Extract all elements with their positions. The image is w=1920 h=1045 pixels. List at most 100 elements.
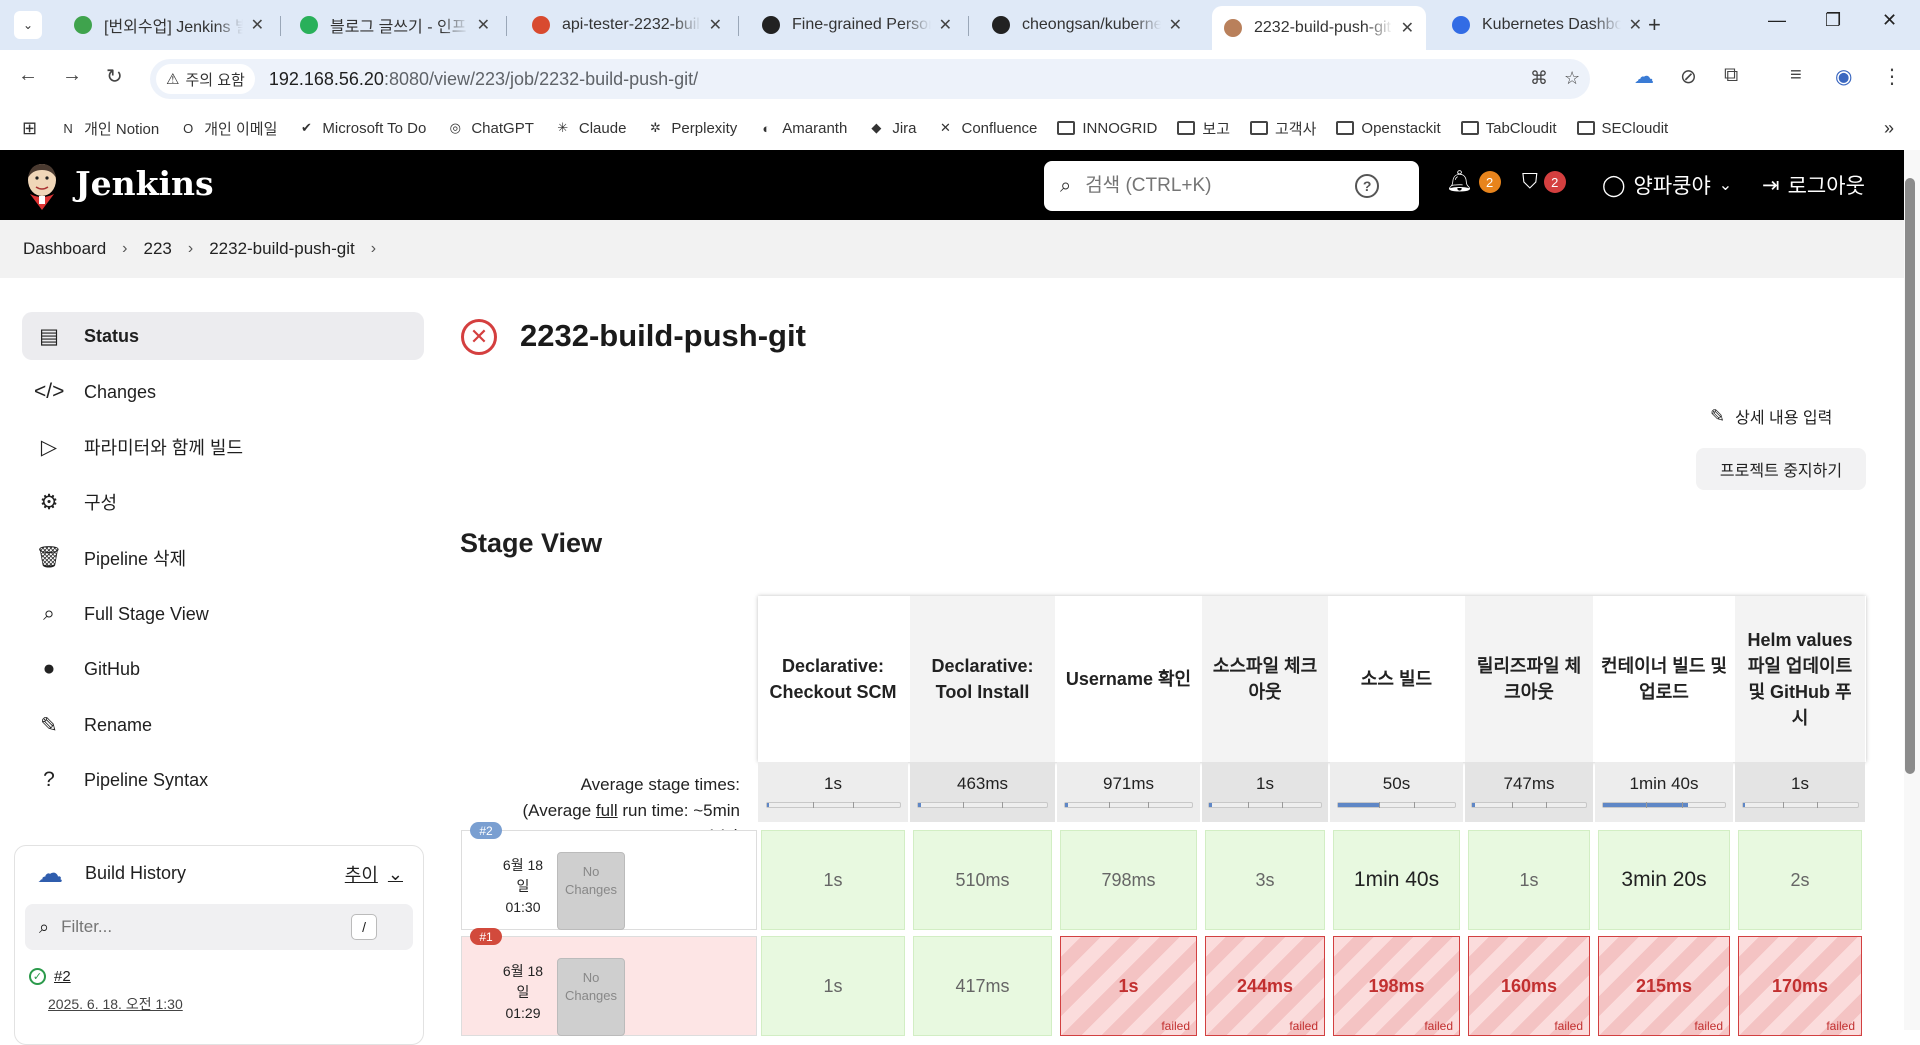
tab-close-icon[interactable]: ✕ [939,15,952,35]
puzzle-icon[interactable]: ⧉ [1724,64,1738,87]
stage-cell[interactable]: 417ms [913,936,1052,1036]
stage-cell[interactable]: 1s [761,936,905,1036]
translate-icon[interactable]: ⌘ [1530,68,1548,89]
build-filter-input[interactable] [61,917,352,937]
bookmark-item[interactable]: ◆ Jira [867,119,916,137]
stage-cell[interactable]: 3s [1205,830,1325,930]
url-text[interactable]: 192.168.56.20:8080/view/223/job/2232-bui… [269,69,698,90]
logout-button[interactable]: ⇥ 로그아웃 [1762,170,1865,200]
back-icon[interactable]: ← [18,64,38,87]
sidebar-item-github[interactable]: ● GitHub [22,645,424,693]
sidebar-item-trash[interactable]: 🗑 Pipeline 삭제 [22,534,424,582]
stage-cell[interactable]: 160ms failed [1468,936,1590,1036]
search-input[interactable] [1085,175,1356,197]
tab-search-button[interactable]: ⌄ [14,11,42,39]
tab-close-icon[interactable]: ✕ [709,15,722,35]
tab-close-icon[interactable]: ✕ [477,15,490,35]
omnibox[interactable]: ⚠ 주의 요함 192.168.56.20:8080/view/223/job/… [150,59,1590,99]
stage-cell[interactable]: 1s [761,830,905,930]
bookmark-item[interactable]: ◎ ChatGPT [446,119,534,137]
sidebar-item-play[interactable]: ▷ 파라미터와 함께 빌드 [22,423,424,471]
tab-close-icon[interactable]: ✕ [1401,18,1414,38]
restore-icon[interactable]: ❐ [1825,10,1841,31]
stage-cell[interactable]: 3min 20s [1598,830,1730,930]
search-box[interactable]: ⌕ ? [1044,161,1419,211]
browser-tab[interactable]: Kubernetes Dashbo ✕ [1440,6,1654,44]
trend-link[interactable]: 추이 ⌄ [345,861,403,887]
stage-cell[interactable]: 510ms [913,830,1052,930]
tab-close-icon[interactable]: ✕ [1169,15,1182,35]
stage-cell[interactable]: 1s [1468,830,1590,930]
stage-cell[interactable]: 1s failed [1060,936,1197,1036]
browser-tab[interactable]: cheongsan/kubernet ✕ [980,6,1194,44]
user-menu[interactable]: ◯ 양파쿵야 ⌄ [1602,170,1732,200]
bookmark-item[interactable]: ✲ Perplexity [646,119,737,137]
minimize-icon[interactable]: — [1768,10,1786,31]
more-bookmarks-icon[interactable]: » [1884,118,1894,139]
build-date-link[interactable]: 2025. 6. 18. 오전 1:30 [48,994,183,1014]
run-number-badge[interactable]: #1 [470,928,502,945]
breadcrumb-view[interactable]: 223 [144,239,172,259]
scrollbar-thumb[interactable] [1905,178,1915,774]
stage-cell[interactable]: 198ms failed [1333,936,1460,1036]
breadcrumb-job[interactable]: 2232-build-push-git [209,239,355,259]
stage-cell[interactable]: 2s [1738,830,1862,930]
build-history-row[interactable]: ✓ #2 [29,968,71,985]
bookmark-item[interactable]: Openstackit [1336,120,1441,137]
extension-icon[interactable]: ⊘ [1680,64,1697,89]
browser-tab[interactable]: 2232-build-push-git ✕ [1212,6,1426,50]
media-icon[interactable]: ≡ [1790,64,1802,87]
sidebar-item-code[interactable]: </> Changes [22,368,424,416]
tab-close-icon[interactable]: ✕ [251,15,264,35]
browser-tab[interactable]: [번외수업] Jenkins 빌 ✕ [62,6,276,44]
close-window-icon[interactable]: ✕ [1882,10,1897,31]
security-button[interactable]: ⛉ 2 [1522,170,1566,194]
jenkins-logo-icon[interactable] [22,160,62,210]
bookmark-item[interactable]: N 개인 Notion [59,118,159,139]
bookmark-item[interactable]: ◐ Amaranth [757,119,847,137]
chevron-right-icon[interactable]: › [371,240,376,258]
build-filter[interactable]: ⌕ / [25,904,413,950]
bookmark-item[interactable]: SECloudit [1576,120,1668,137]
stage-cell[interactable]: 244ms failed [1205,936,1325,1036]
bookmark-item[interactable]: 고객사 [1250,118,1316,139]
edit-description-link[interactable]: ✎ 상세 내용 입력 [1710,404,1832,428]
stage-cell[interactable]: 215ms failed [1598,936,1730,1036]
bookmark-item[interactable]: ✳ Claude [554,119,626,137]
tab-close-icon[interactable]: ✕ [1629,15,1642,35]
bookmark-item[interactable]: 보고 [1177,118,1230,139]
stage-cell[interactable]: 798ms [1060,830,1197,930]
security-warning-chip[interactable]: ⚠ 주의 요함 [156,64,255,94]
browser-tab[interactable]: api-tester-2232-buil ✕ [520,6,734,44]
star-icon[interactable]: ☆ [1564,68,1580,89]
stage-cell[interactable]: 170ms failed [1738,936,1862,1036]
notifications-button[interactable]: 🔔︎ 2 [1446,170,1501,194]
profile-icon[interactable]: ◉ [1835,64,1852,89]
bookmark-item[interactable]: TabCloudit [1460,120,1557,137]
search-help-icon[interactable]: ? [1355,174,1380,198]
forward-icon[interactable]: → [62,64,82,87]
browser-tab[interactable]: 블로그 글쓰기 - 인프 ✕ [288,6,502,44]
sidebar-item-search[interactable]: ⌕ Full Stage View [22,590,424,638]
build-number-link[interactable]: #2 [54,968,71,985]
jenkins-title[interactable]: Jenkins [75,164,214,203]
menu-icon[interactable]: ⋮ [1882,64,1902,89]
sidebar-item-help[interactable]: ? Pipeline Syntax [22,756,424,804]
stage-cell[interactable]: 1min 40s [1333,830,1460,930]
bookmark-item[interactable]: O 개인 이메일 [179,118,277,139]
bookmark-item[interactable]: INNOGRID [1057,120,1157,137]
sidebar-item-pencil[interactable]: ✎ Rename [22,701,424,749]
browser-tab[interactable]: Fine-grained Person ✕ [750,6,964,44]
bookmark-item[interactable]: ✔ Microsoft To Do [297,119,426,137]
new-tab-button[interactable]: + [1648,12,1661,38]
cloud-extension-icon[interactable]: ☁ [1634,64,1654,89]
full-run-link[interactable]: full [596,801,618,820]
sidebar-item-status[interactable]: ▤ Status [22,312,424,360]
breadcrumb-dashboard[interactable]: Dashboard [23,239,106,259]
bookmark-item[interactable]: ✕ Confluence [937,119,1037,137]
stop-project-button[interactable]: 프로젝트 중지하기 [1696,448,1866,490]
sidebar-item-gear[interactable]: ⚙ 구성 [22,478,424,526]
apps-icon[interactable]: ⊞ [22,118,37,139]
run-number-badge[interactable]: #2 [470,822,502,839]
reload-icon[interactable]: ↻ [106,64,123,89]
